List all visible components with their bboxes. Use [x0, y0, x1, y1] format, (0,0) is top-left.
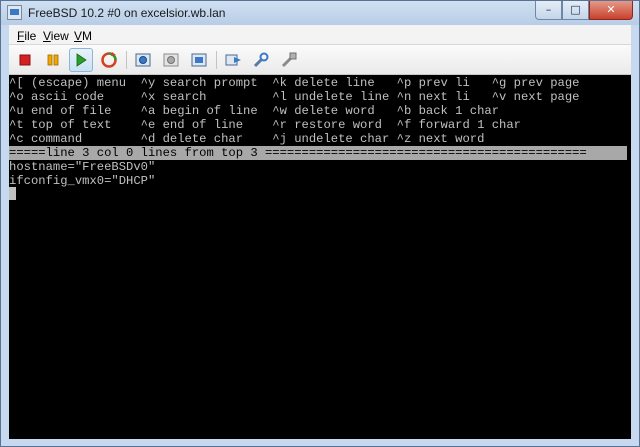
send-keys-icon [225, 54, 241, 66]
revert-snapshot-button[interactable] [159, 48, 183, 72]
toolbar-separator [216, 51, 217, 69]
settings-icon [253, 52, 269, 68]
start-button[interactable] [69, 48, 93, 72]
tools-icon [281, 52, 297, 68]
stop-button[interactable] [13, 48, 37, 72]
menu-bar: File View VM [9, 25, 631, 45]
vm-icon [7, 5, 22, 20]
revert-snapshot-icon [163, 53, 179, 67]
editor-help-line: ^c command ^d delete char ^j undelete ch… [9, 132, 485, 146]
snapshot-manager-button[interactable] [187, 48, 211, 72]
file-content-line: ifconfig_vmx0="DHCP" [9, 174, 156, 188]
minimize-button[interactable]: – [535, 1, 562, 20]
snapshot-icon [135, 53, 151, 67]
send-keys-button[interactable] [221, 48, 245, 72]
snapshot-manager-icon [191, 53, 207, 67]
reset-button[interactable] [97, 48, 121, 72]
text-cursor [9, 187, 16, 200]
vm-console-screen[interactable]: ^[ (escape) menu ^y search prompt ^k del… [9, 75, 631, 439]
stop-icon [19, 54, 31, 66]
pause-button[interactable] [41, 48, 65, 72]
menu-view[interactable]: View [43, 29, 69, 43]
toolbar [9, 45, 631, 75]
window-title: FreeBSD 10.2 #0 on excelsior.wb.lan [28, 6, 226, 20]
maximize-button[interactable]: □ [562, 1, 589, 20]
menu-vm-mnemonic: V [74, 29, 83, 43]
toolbar-separator [126, 51, 127, 69]
editor-help-line: ^[ (escape) menu ^y search prompt ^k del… [9, 76, 580, 90]
menu-view-mnemonic: V [43, 29, 51, 43]
vm-console-window: FreeBSD 10.2 #0 on excelsior.wb.lan – □ … [0, 0, 640, 447]
editor-help-line: ^t top of text ^e end of line ^r restore… [9, 118, 521, 132]
menu-vm[interactable]: VM [74, 29, 92, 43]
menu-file[interactable]: File [17, 29, 36, 43]
editor-help-line: ^u end of file ^a begin of line ^w delet… [9, 104, 500, 118]
file-content-line: hostname="FreeBSDv0" [9, 160, 156, 174]
tools-button[interactable] [277, 48, 301, 72]
menu-view-label: iew [50, 29, 69, 43]
window-controls: – □ ✕ [535, 1, 633, 20]
menu-vm-label: M [82, 29, 93, 43]
close-button[interactable]: ✕ [589, 1, 633, 20]
play-icon [76, 53, 87, 67]
pause-icon [47, 54, 59, 66]
title-bar[interactable]: FreeBSD 10.2 #0 on excelsior.wb.lan – □ … [1, 1, 639, 25]
settings-button[interactable] [249, 48, 273, 72]
snapshot-button[interactable] [131, 48, 155, 72]
reset-icon [101, 52, 117, 68]
editor-help-line: ^o ascii code ^x search ^l undelete line… [9, 90, 580, 104]
editor-status-line: =====line 3 col 0 lines from top 3 =====… [9, 146, 627, 160]
menu-file-label: ile [24, 29, 37, 43]
